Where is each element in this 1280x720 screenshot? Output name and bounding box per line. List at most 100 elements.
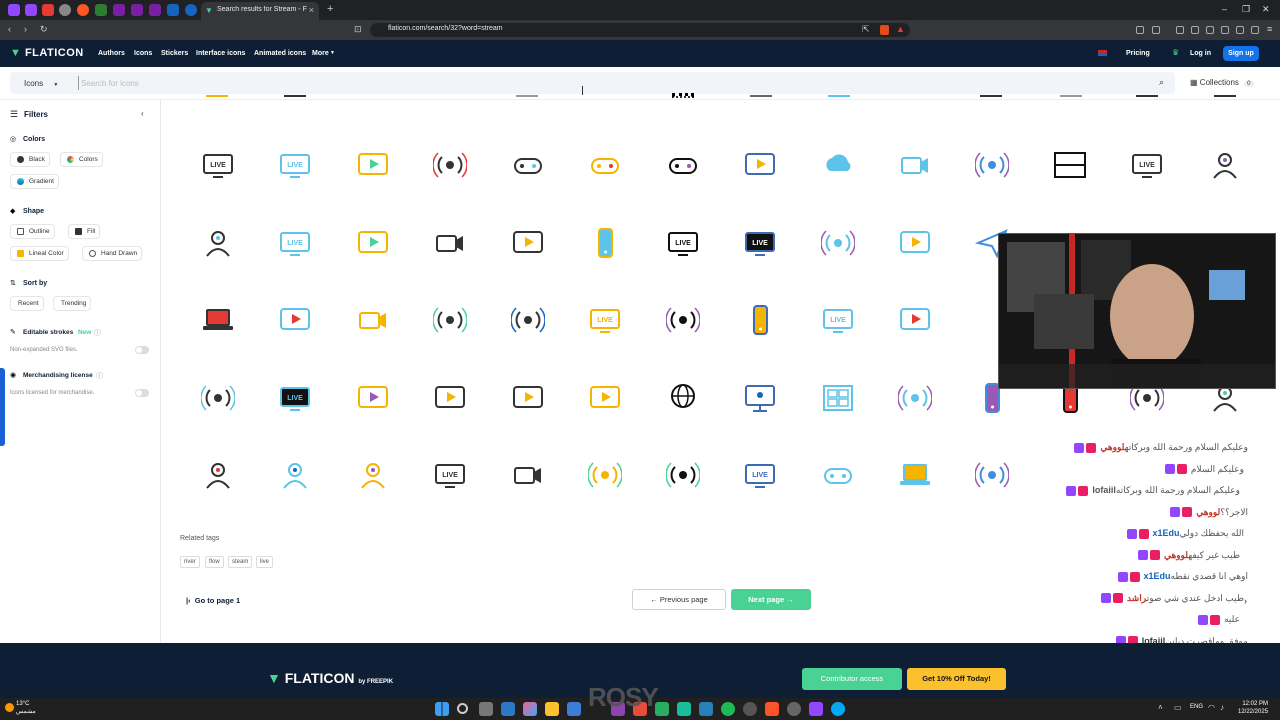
tab-favicon-1[interactable] [8, 4, 20, 16]
previous-page-button[interactable]: ← Previous page [632, 589, 726, 610]
camera-signal-icon[interactable] [665, 303, 701, 337]
partial-icon[interactable] [672, 93, 694, 98]
live-camera-icon[interactable]: LIVE [743, 458, 777, 492]
tray-chevron-icon[interactable]: ˄ [1158, 703, 1163, 712]
laptop-red-icon[interactable] [201, 303, 235, 337]
info-icon[interactable]: ⓘ [96, 371, 103, 381]
tag-steam[interactable]: steam [228, 556, 253, 568]
live-video-icon[interactable]: LIVE [821, 303, 855, 337]
partial-icon[interactable] [1214, 93, 1236, 97]
app-icon-4[interactable] [677, 702, 691, 716]
weather-widget[interactable]: 13°C مشمس [16, 700, 36, 716]
nav-animated-icons[interactable]: Animated icons [254, 50, 306, 57]
tag-river[interactable]: river [180, 556, 200, 568]
live-signal-icon[interactable]: LIVE [278, 381, 312, 415]
monitor-video-icon[interactable] [433, 381, 467, 415]
screen-cast-icon[interactable] [200, 381, 236, 415]
tab-active[interactable]: ▼ Search results for Stream - Flati × [201, 2, 319, 20]
laptop-play-icon[interactable] [278, 303, 312, 337]
brave-icon[interactable] [765, 702, 779, 716]
tag-flow[interactable]: flow [205, 556, 224, 568]
video-camera-icon[interactable] [356, 226, 390, 260]
tab-favicon-5[interactable] [77, 4, 89, 16]
copilot-icon[interactable] [523, 702, 537, 716]
collections-button[interactable]: ▦ Collections 0 [1190, 78, 1254, 87]
extension-icon-2[interactable] [1152, 26, 1160, 34]
app-icon-5[interactable] [699, 702, 713, 716]
minimize-icon[interactable]: – [1222, 4, 1227, 14]
task-view-icon[interactable] [479, 702, 493, 716]
explorer-icon[interactable] [545, 702, 559, 716]
sort-trending[interactable]: Trending [53, 296, 92, 311]
tab-favicon-9[interactable] [149, 4, 161, 16]
tv-play-icon[interactable] [898, 226, 932, 260]
brave-rewards-icon[interactable]: ▲ [896, 24, 905, 34]
contributor-access-button[interactable]: Contributor access [802, 668, 902, 690]
footer-logo[interactable]: ▼ FLATICON by FREEPIK [267, 670, 393, 686]
webcam-globe-icon[interactable] [433, 226, 467, 260]
tab-favicon-6[interactable] [95, 4, 107, 16]
filter-lineal-color[interactable]: Lineal Color [10, 246, 69, 261]
live-tv-outline-icon[interactable]: LIVE [666, 226, 700, 260]
filter-fill[interactable]: Fill [68, 224, 101, 239]
video-screen-icon[interactable] [511, 381, 545, 415]
back-icon[interactable]: ‹ [8, 24, 11, 34]
tab-favicon-10[interactable] [167, 4, 179, 16]
windows-start-icon[interactable] [435, 702, 449, 716]
nav-pricing[interactable]: Pricing [1126, 50, 1150, 57]
gamepad-color-icon[interactable] [588, 148, 622, 182]
live-microphone-icon[interactable]: LIVE [278, 226, 312, 260]
tab-favicon-11[interactable] [185, 4, 197, 16]
forward-icon[interactable]: › [24, 24, 27, 34]
collapse-sidebar-icon[interactable]: ‹ [141, 109, 144, 118]
nav-interface-icons[interactable]: Interface icons [196, 50, 245, 57]
menu-icon[interactable]: ≡ [1267, 24, 1272, 34]
wifi-icon[interactable]: ◠ [1208, 703, 1215, 712]
tab-favicon-7[interactable] [113, 4, 125, 16]
user-monitor-icon[interactable] [1208, 148, 1242, 182]
side-panel-handle[interactable] [0, 368, 5, 446]
chevron-right-icon[interactable]: › [1244, 596, 1247, 606]
tab-favicon-8[interactable] [131, 4, 143, 16]
url-field[interactable]: flaticon.com/search/32?word=stream [370, 23, 910, 37]
search-input[interactable] [78, 76, 1148, 90]
broadcast-purple-icon[interactable] [897, 381, 933, 415]
filter-black[interactable]: Black [10, 152, 50, 167]
app-icon-8[interactable] [831, 702, 845, 716]
filter-hand-drawn[interactable]: Hand Drawn [82, 246, 143, 261]
live-globe-icon[interactable]: LIVE [588, 303, 622, 337]
live-tv-icon[interactable]: LIVE [201, 148, 235, 182]
bookmark-icon[interactable]: ⊡ [354, 24, 362, 35]
partial-icon[interactable] [1136, 93, 1158, 97]
brave-shield-icon[interactable] [880, 25, 889, 35]
video-player-icon[interactable] [511, 226, 545, 260]
live-tv-black-icon[interactable]: LIVE [743, 226, 777, 260]
store-icon[interactable] [567, 702, 581, 716]
nav-more[interactable]: More [312, 50, 329, 57]
nav-stickers[interactable]: Stickers [161, 50, 188, 57]
share-icon[interactable]: ⇱ [862, 24, 870, 35]
taskbar-clock[interactable]: 12:02 PM 12/22/2025 [1238, 700, 1268, 716]
filter-colors[interactable]: Colors [60, 152, 103, 167]
partial-icon[interactable] [284, 93, 306, 97]
play-wifi-icon[interactable] [587, 458, 623, 492]
cast-screen-icon[interactable] [820, 226, 856, 260]
nav-authors[interactable]: Authors [98, 50, 125, 57]
live-browser-icon[interactable]: LIVE [433, 458, 467, 492]
search-icon[interactable]: ⌕ [1159, 77, 1164, 88]
partial-icon[interactable] [980, 93, 1002, 97]
flaticon-logo[interactable]: ▼ FLATICON [10, 47, 84, 59]
www-monitor-icon[interactable] [666, 381, 700, 415]
tab-favicon-2[interactable] [25, 4, 37, 16]
desktop-camera-icon[interactable] [356, 303, 390, 337]
youtube-5g-icon[interactable] [898, 303, 932, 337]
extension-icon-5[interactable] [1236, 26, 1244, 34]
broadcast-round-icon[interactable] [974, 458, 1010, 492]
filter-gradient[interactable]: Gradient [10, 174, 59, 189]
reload-icon[interactable]: ↻ [40, 24, 48, 35]
login-link[interactable]: Log in [1190, 50, 1211, 57]
wireless-signal-icon[interactable] [974, 148, 1010, 182]
close-window-icon[interactable]: ✕ [1262, 4, 1270, 15]
extension-icon-4[interactable] [1221, 26, 1229, 34]
vpn-icon[interactable] [1251, 26, 1259, 34]
